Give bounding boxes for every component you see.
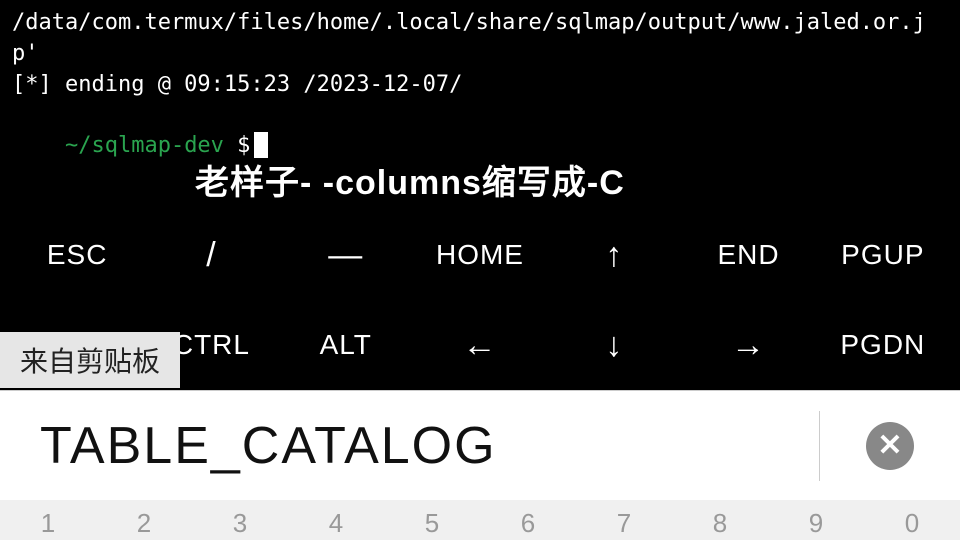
suggestion-close-button[interactable]: ✕ — [820, 422, 960, 470]
close-icon: ✕ — [866, 422, 914, 470]
key-left[interactable]: ← — [413, 311, 547, 380]
key-up[interactable]: ↑ — [547, 221, 681, 290]
key-slash[interactable]: / — [144, 221, 278, 290]
ime-suggestion-bar: TABLE_CATALOG ✕ — [0, 390, 960, 500]
key-pgdn[interactable]: PGDN — [816, 314, 950, 376]
key-alt[interactable]: ALT — [279, 314, 413, 376]
key-0[interactable]: 0 — [864, 508, 960, 539]
key-4[interactable]: 4 — [288, 508, 384, 539]
key-2[interactable]: 2 — [96, 508, 192, 539]
key-5[interactable]: 5 — [384, 508, 480, 539]
key-row-1: ESC / — HOME ↑ END PGUP — [0, 210, 960, 300]
key-pgup[interactable]: PGUP — [816, 224, 950, 286]
terminal-line: /data/com.termux/files/home/.local/share… — [12, 8, 948, 70]
video-subtitle: 老样子- -columns缩写成-C — [195, 160, 625, 208]
key-down[interactable]: ↓ — [547, 311, 681, 380]
key-7[interactable]: 7 — [576, 508, 672, 539]
key-8[interactable]: 8 — [672, 508, 768, 539]
key-esc[interactable]: ESC — [10, 224, 144, 286]
key-dash[interactable]: — — [279, 221, 413, 290]
key-6[interactable]: 6 — [480, 508, 576, 539]
key-home[interactable]: HOME — [413, 224, 547, 286]
terminal-output[interactable]: /data/com.termux/files/home/.local/share… — [0, 0, 960, 210]
key-9[interactable]: 9 — [768, 508, 864, 539]
terminal-line: [*] ending @ 09:15:23 /2023-12-07/ — [12, 70, 948, 101]
prompt-path: ~/sqlmap-dev — [65, 133, 224, 158]
suggestion-text[interactable]: TABLE_CATALOG — [0, 411, 820, 481]
prompt-dollar: $ — [224, 133, 251, 158]
key-end[interactable]: END — [681, 224, 815, 286]
keyboard-number-row: 1 2 3 4 5 6 7 8 9 0 — [0, 500, 960, 540]
key-3[interactable]: 3 — [192, 508, 288, 539]
clipboard-badge: 来自剪贴板 — [0, 332, 180, 388]
key-right[interactable]: → — [681, 311, 815, 380]
cursor-icon — [254, 132, 268, 158]
key-1[interactable]: 1 — [0, 508, 96, 539]
